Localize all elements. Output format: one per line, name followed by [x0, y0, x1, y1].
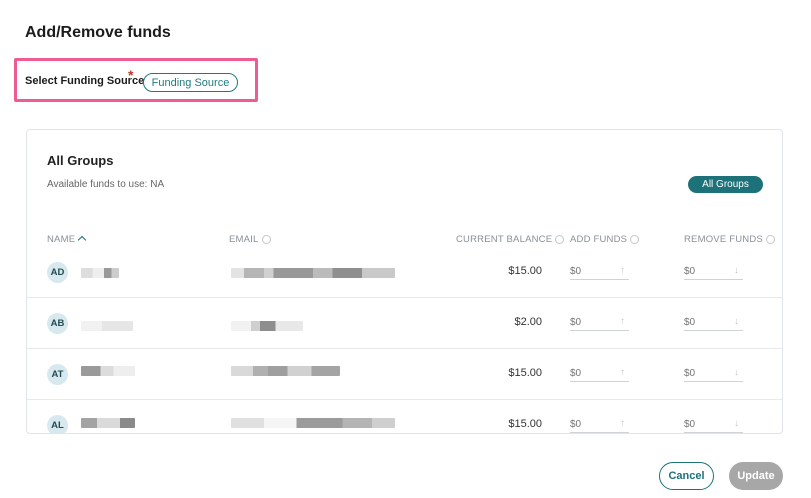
column-header-email-label: EMAIL — [229, 234, 259, 245]
redacted-email — [231, 268, 395, 278]
column-header-add-funds-label: ADD FUNDS — [570, 234, 628, 245]
funding-source-label: Select Funding Source — [25, 75, 145, 87]
column-header-email[interactable]: EMAIL — [229, 234, 271, 245]
all-groups-button[interactable]: All Groups — [688, 176, 763, 193]
avatar: AL — [47, 415, 68, 433]
current-balance: $15.00 — [508, 418, 542, 430]
table-row: AL $15.00 ↑ ↓ — [27, 401, 782, 433]
column-header-remove-funds-label: REMOVE FUNDS — [684, 234, 763, 245]
available-funds-text: Available funds to use: NA — [47, 179, 165, 190]
column-header-name-label: NAME — [47, 234, 76, 245]
column-header-name[interactable]: NAME — [47, 234, 87, 245]
up-arrow-icon: ↑ — [620, 418, 625, 429]
redacted-name — [81, 418, 135, 428]
redacted-name — [81, 366, 135, 376]
current-balance: $2.00 — [514, 316, 542, 328]
current-balance: $15.00 — [508, 367, 542, 379]
avatar: AB — [47, 313, 68, 334]
sort-icon[interactable] — [630, 235, 640, 244]
sort-ascending-icon[interactable] — [78, 235, 87, 244]
current-balance: $15.00 — [508, 265, 542, 277]
redacted-name — [81, 268, 119, 278]
column-header-balance-label: CURRENT BALANCE — [456, 234, 553, 245]
redacted-name — [81, 321, 133, 331]
up-arrow-icon: ↑ — [620, 316, 625, 327]
card-title: All Groups — [47, 153, 114, 168]
down-arrow-icon: ↓ — [734, 316, 739, 327]
column-header-add-funds[interactable]: ADD FUNDS — [570, 234, 640, 245]
sort-icon[interactable] — [765, 235, 775, 244]
down-arrow-icon: ↓ — [734, 265, 739, 276]
groups-card: All Groups Available funds to use: NA Al… — [26, 129, 783, 434]
down-arrow-icon: ↓ — [734, 367, 739, 378]
table-row: AB $2.00 ↑ ↓ — [27, 299, 782, 349]
avatar: AT — [47, 364, 68, 385]
cancel-button[interactable]: Cancel — [659, 462, 714, 490]
sort-icon[interactable] — [261, 235, 271, 244]
required-marker: * — [128, 67, 134, 83]
avatar: AD — [47, 262, 68, 283]
column-header-remove-funds[interactable]: REMOVE FUNDS — [684, 234, 775, 245]
update-button[interactable]: Update — [729, 462, 783, 490]
page-title: Add/Remove funds — [25, 24, 171, 41]
table-row: AD $15.00 ↑ ↓ — [27, 248, 782, 298]
up-arrow-icon: ↑ — [620, 367, 625, 378]
column-header-balance[interactable]: CURRENT BALANCE — [456, 234, 565, 245]
redacted-email — [231, 366, 340, 376]
funding-source-button[interactable]: Funding Source — [143, 73, 238, 92]
down-arrow-icon: ↓ — [734, 418, 739, 429]
redacted-email — [231, 418, 395, 428]
table-row: AT $15.00 ↑ ↓ — [27, 350, 782, 400]
up-arrow-icon: ↑ — [620, 265, 625, 276]
sort-icon[interactable] — [555, 235, 565, 244]
redacted-email — [231, 321, 303, 331]
